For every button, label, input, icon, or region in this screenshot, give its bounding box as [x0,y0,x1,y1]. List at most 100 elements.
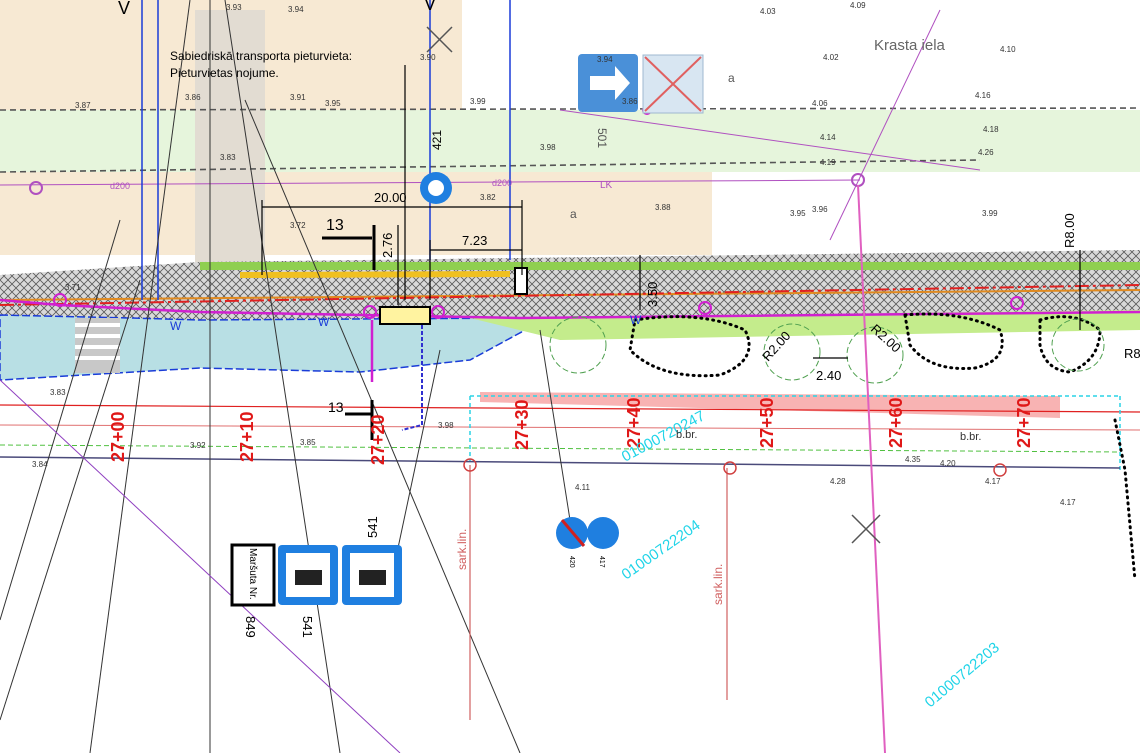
label-v-1: V [118,0,130,18]
label-bbr-2: b.br. [960,431,981,443]
elev-10: 4.03 [760,7,776,16]
elev-7: 3.82 [480,193,496,202]
street-name: Krasta iela [874,37,946,54]
elev-14: 4.06 [812,99,828,108]
elev-12: 4.02 [823,53,839,62]
elev-23: 4.11 [575,483,591,492]
label-w-3: W [630,313,642,327]
sign-541-a: 541 [300,616,315,638]
elev-19: 3.99 [982,209,998,218]
parcel-2: 01000722204 [619,517,704,584]
sign-541-b: 541 [365,516,380,538]
green-dashed [0,444,1121,453]
label-lk: LK [600,180,613,191]
marker-13-a: 13 [326,217,344,234]
bus-stop-sign-a [278,545,338,605]
chainage-2730: 27+30 [512,399,532,450]
label-w-2: W [318,315,330,329]
elev-9: 3.95 [325,99,341,108]
elev-31: 3.83 [50,388,66,397]
elev-2: 3.93 [226,3,242,12]
chainage-2710: 27+10 [237,411,257,462]
bus-stop-round-sign [420,172,452,204]
site-plan-drawing: Krasta iela Sabiedriskā transporta pietu… [0,0,1140,753]
elev-4: 3.99 [470,97,486,106]
radius-3: R8.00 [1062,213,1077,248]
elev-18: 4.17 [1060,498,1076,507]
no-parking-sign [556,517,619,549]
elev-25: 3.71 [65,283,81,292]
label-d200-b: d200 [492,178,512,188]
label-417: 417 [598,556,605,568]
elev-29: 3.96 [812,205,828,214]
dim-350: 3.50 [645,282,660,307]
label-420: 420 [568,556,575,568]
elev-1: 3.87 [75,101,91,110]
shelter-post [514,267,528,295]
chainage-2770: 27+70 [1014,397,1034,448]
parcel-labels: 01000720247 01000722204 01000722203 [619,407,1003,711]
dim-20: 20.00 [374,190,407,205]
chainage-2760: 27+60 [886,397,906,448]
stop-note-line2: Pieturvietas nojume. [170,66,279,80]
parcel-3: 01000722203 [922,639,1003,711]
label-a: a [570,207,577,221]
elev-32: 3.92 [190,441,206,450]
chainage-2700: 27+00 [108,411,128,462]
elev-20: 3.88 [655,203,671,212]
elev-11: 4.09 [850,1,866,10]
elev-5: 3.94 [597,55,613,64]
label-bbr-1: b.br. [676,429,697,441]
radius-4: R8 [1124,346,1140,361]
elev-38: 3.95 [790,209,806,218]
red-marker-3 [993,463,1007,477]
elev-37: 3.72 [290,221,306,230]
bus-stop-sign-b [342,545,402,605]
elev-39: 4.17 [985,477,1001,486]
stop-note-line1: Sabiedriskā transporta pieturvieta: [170,49,352,63]
elev-27: 3.85 [300,438,316,447]
label-501: 501 [595,128,609,148]
label-a-2: a [728,71,735,85]
route-sign-label: Maršuta Nr. [247,548,258,600]
chainage-2750: 27+50 [757,397,777,448]
elev-8: 3.84 [32,460,48,469]
yellow-curb [239,271,511,278]
removed-sign [642,54,704,114]
elev-35: 4.28 [830,477,846,486]
elev-33: 3.98 [438,421,454,430]
elev-36: 4.20 [940,459,956,468]
purple-diag [0,379,401,753]
elev-30: 4.26 [978,148,994,157]
elev-6: 3.86 [622,97,638,106]
elev-21: 3.86 [185,93,201,102]
tree-outline-dots [628,312,1137,582]
shelter-platform [379,306,431,325]
elev-34: 4.35 [905,455,921,464]
dim-276: 2.76 [380,233,395,258]
elev-16: 4.16 [975,91,991,100]
elev-17: 4.18 [983,125,999,134]
elev-15: 4.14 [820,133,836,142]
dim-723: 7.23 [462,233,487,248]
chainage-labels: 27+00 27+10 27+20 27+30 27+40 27+50 27+6… [108,397,1034,465]
elev-0: 3.94 [288,5,304,14]
elev-28: 4.19 [820,158,836,167]
elev-22: 3.98 [540,143,556,152]
green-band [200,262,1140,270]
label-v-2: V [424,0,436,14]
marker-13-b: 13 [328,399,344,415]
route-sign-number: 849 [243,616,258,638]
elev-26: 3.83 [220,153,236,162]
sark-lin-1: sark.lin. [455,529,469,570]
elev-3: 3.91 [290,93,306,102]
label-421: 421 [430,130,444,150]
red-line-lower-2 [0,424,1140,431]
elev-13: 4.10 [1000,45,1016,54]
label-d200: d200 [110,181,130,191]
label-w-1: W [170,319,182,333]
chainage-2720: 27+20 [368,414,388,465]
sark-lin-2: sark.lin. [711,564,725,605]
elev-24: 3.90 [420,53,436,62]
dim-240: 2.40 [816,368,841,383]
